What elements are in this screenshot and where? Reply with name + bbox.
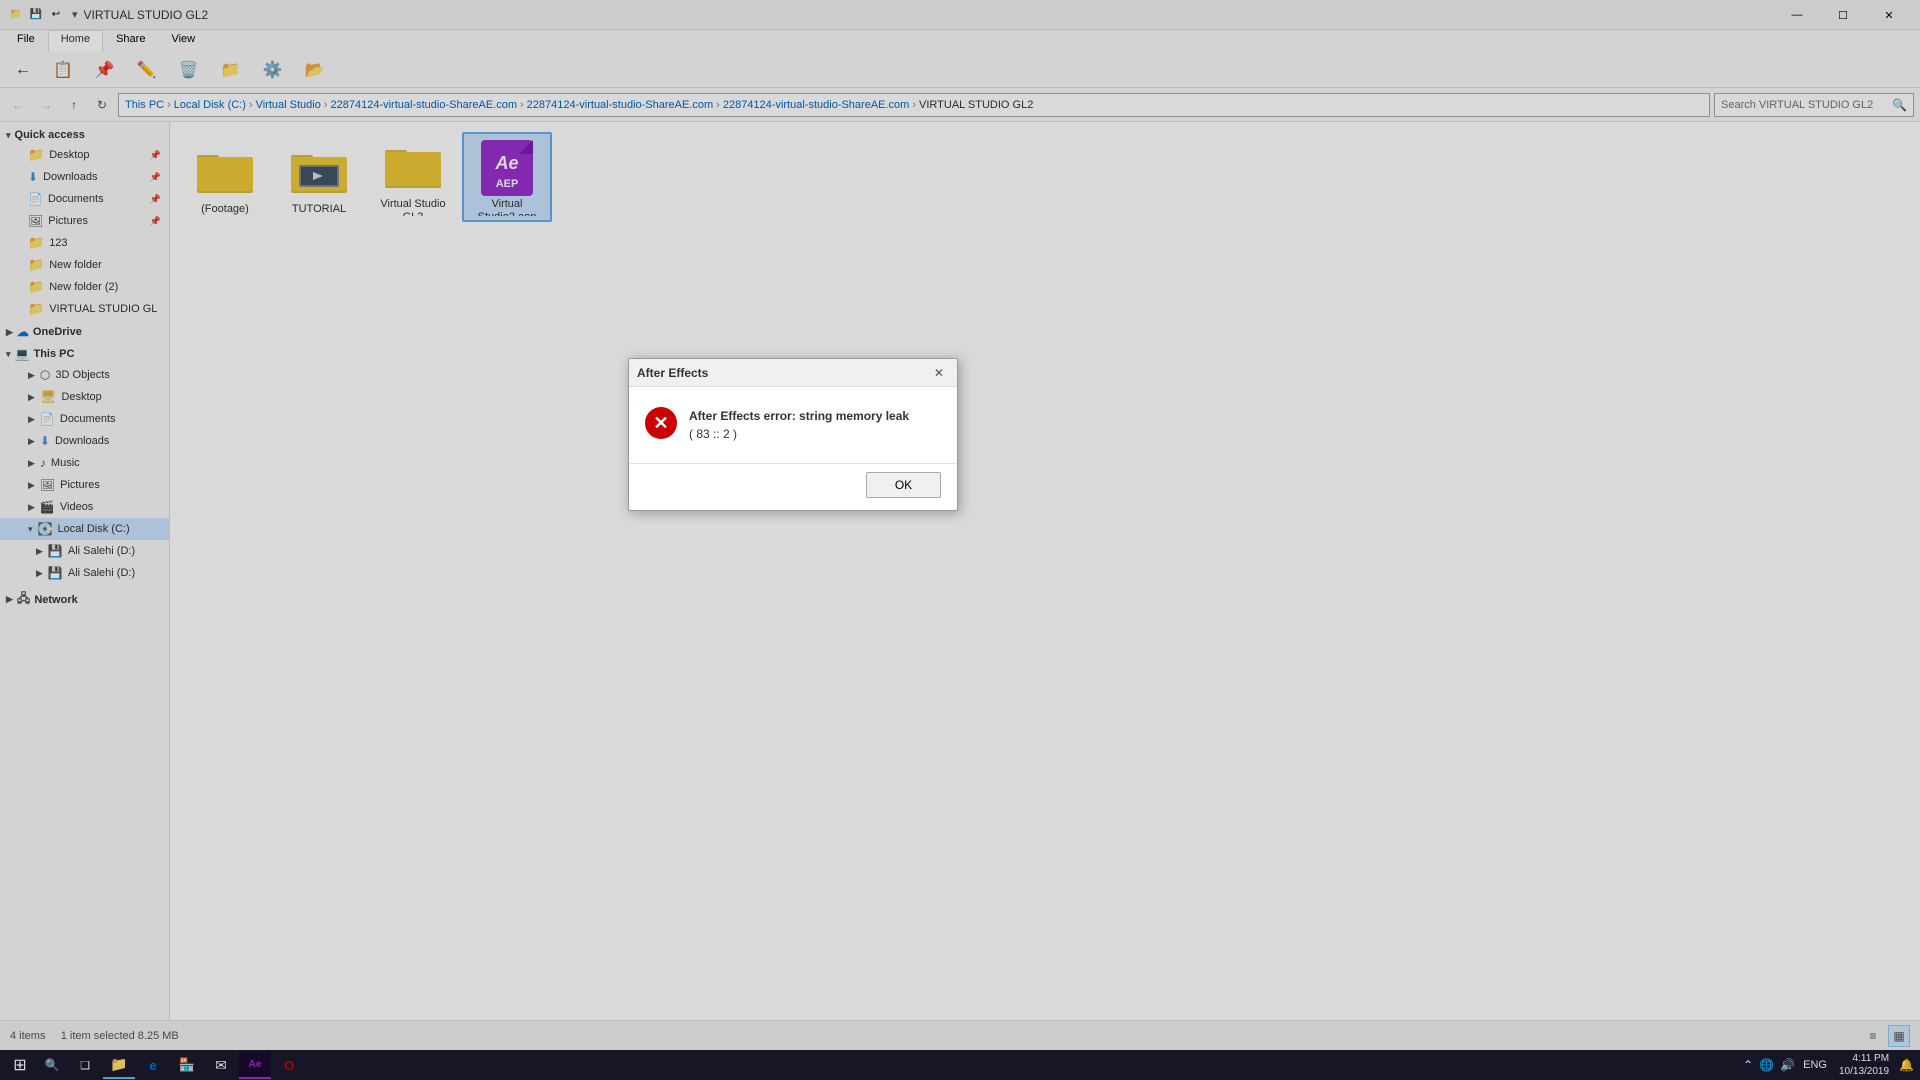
dialog-overlay: After Effects ✕ ✕ After Effects error: s… — [0, 0, 1920, 1080]
dialog-title-bar: After Effects ✕ — [629, 359, 957, 387]
error-code: ( 83 :: 2 ) — [689, 425, 909, 443]
dialog-title: After Effects — [637, 366, 708, 380]
error-icon: ✕ — [645, 407, 677, 439]
after-effects-dialog: After Effects ✕ ✕ After Effects error: s… — [628, 358, 958, 511]
dialog-close-button[interactable]: ✕ — [929, 363, 949, 383]
dialog-ok-button[interactable]: OK — [866, 472, 941, 498]
dialog-message: After Effects error: string memory leak … — [689, 407, 909, 443]
error-message-title: After Effects error: string memory leak — [689, 407, 909, 425]
dialog-footer: OK — [629, 463, 957, 510]
dialog-body: ✕ After Effects error: string memory lea… — [629, 387, 957, 463]
